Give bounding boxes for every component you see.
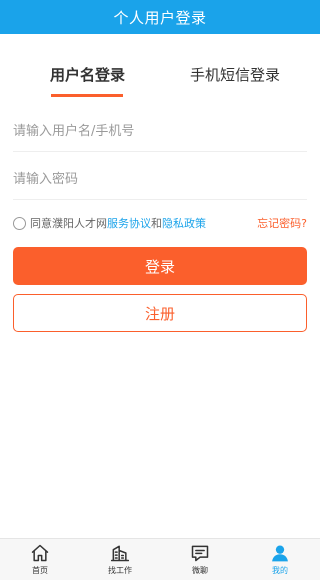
nav-label-chat: 微聊: [192, 566, 208, 575]
password-field: [13, 160, 307, 200]
nav-item-find-job[interactable]: 找工作: [80, 539, 160, 580]
login-button[interactable]: 登录: [13, 247, 307, 285]
agreement-radio[interactable]: [13, 216, 26, 230]
nav-item-mine[interactable]: 我的: [240, 539, 320, 580]
active-tab-indicator: [51, 94, 123, 97]
agreement-and-text: 和: [151, 217, 162, 230]
register-button[interactable]: 注册: [13, 294, 307, 332]
agreement-text: 同意濮阳人才网: [30, 217, 107, 230]
password-input[interactable]: [13, 160, 307, 199]
agreement-row: 同意濮阳人才网 服务协议 和 隐私政策 忘记密码?: [13, 214, 307, 232]
privacy-policy-link[interactable]: 隐私政策: [162, 215, 206, 231]
nav-label-home: 首页: [32, 566, 48, 575]
nav-label-mine: 我的: [272, 566, 288, 575]
login-tabs: 用户名登录 手机短信登录: [0, 34, 320, 97]
user-icon: [272, 545, 288, 562]
tab-username-login[interactable]: 用户名登录: [50, 64, 125, 85]
page-title: 个人用户登录: [113, 8, 207, 27]
chat-icon: [191, 545, 209, 562]
home-icon: [31, 544, 49, 562]
building-icon: [110, 545, 130, 562]
username-input[interactable]: [13, 112, 307, 151]
bottom-navigation: 首页 找工作 微聊 我的: [0, 538, 320, 580]
tab-sms-login[interactable]: 手机短信登录: [190, 64, 280, 85]
nav-item-home[interactable]: 首页: [0, 539, 80, 580]
forgot-password-link[interactable]: 忘记密码?: [257, 215, 307, 231]
username-field: [13, 112, 307, 152]
nav-item-chat[interactable]: 微聊: [160, 539, 240, 580]
app-header: 个人用户登录: [0, 0, 320, 34]
nav-label-find-job: 找工作: [108, 566, 132, 575]
service-agreement-link[interactable]: 服务协议: [107, 215, 151, 231]
